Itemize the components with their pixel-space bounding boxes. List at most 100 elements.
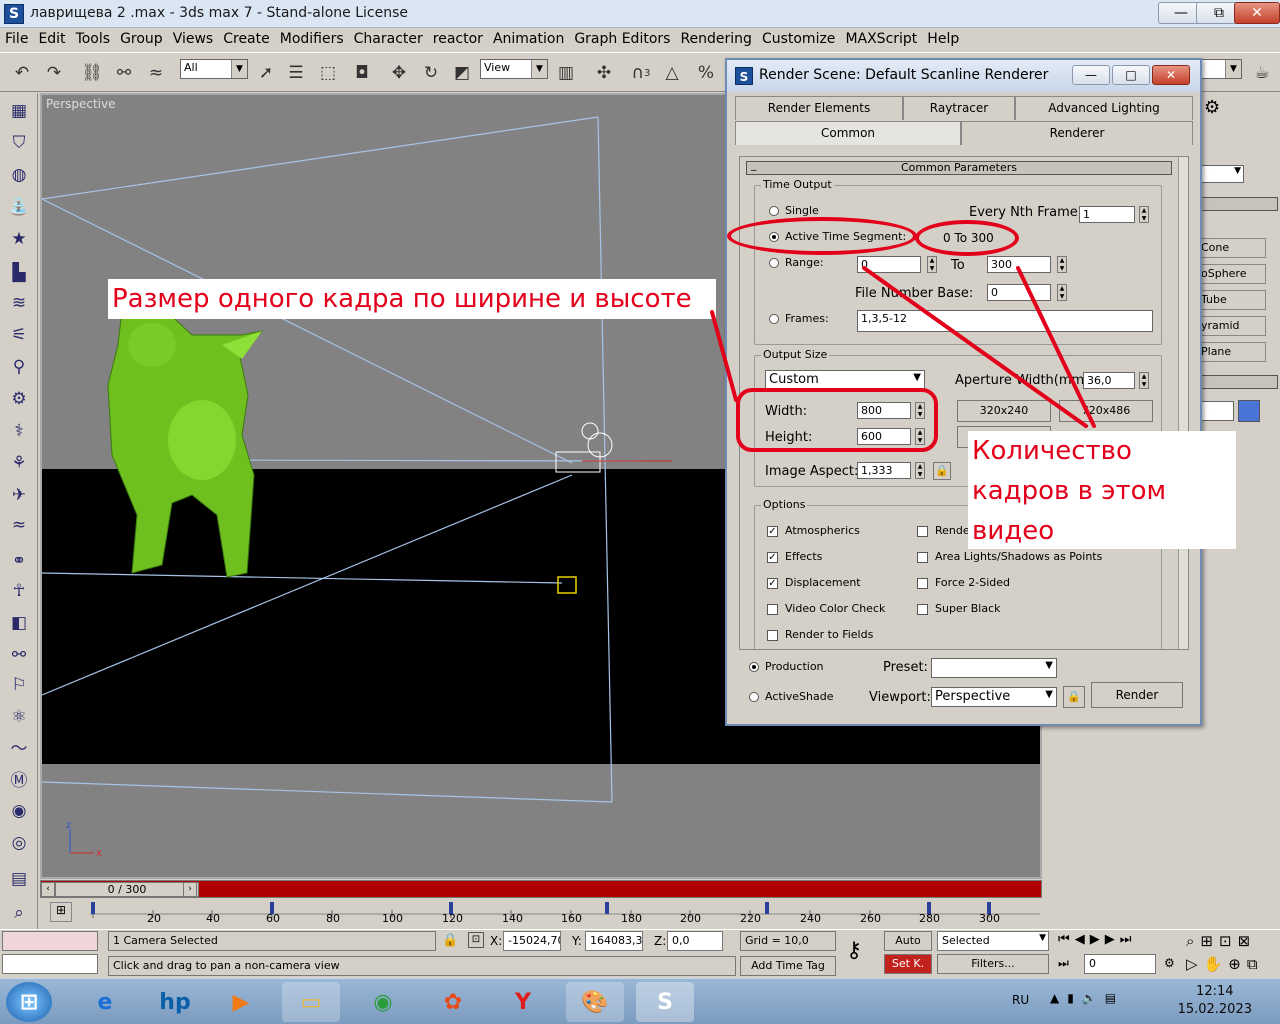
play-icon[interactable]: ▶ (1090, 932, 1105, 947)
spring-icon[interactable]: ≋ (7, 291, 31, 315)
lock-aspect-icon[interactable]: 🔒 (933, 462, 951, 480)
y-coordinate-field[interactable]: 164083,35 (585, 931, 643, 951)
create-tube-button[interactable]: Tube (1196, 290, 1266, 310)
key-filters-button[interactable]: Filters... (937, 954, 1049, 974)
plane-icon[interactable]: ▙ (7, 261, 31, 285)
prismatic-icon[interactable]: ⚐ (7, 673, 31, 697)
create-plane-button[interactable]: Plane (1196, 342, 1266, 362)
zoom-extents-all-icon[interactable]: ⊠ (1238, 932, 1257, 950)
rollout-header[interactable]: _ Common Parameters (746, 159, 1172, 175)
motor-icon[interactable]: ⚲ (7, 355, 31, 379)
aperture-width-field[interactable]: 36,0 (1083, 372, 1135, 389)
undo-icon[interactable]: ↶ (10, 61, 34, 85)
key-mode-icon[interactable]: ⏭ (1058, 956, 1069, 971)
teapot-render-icon[interactable]: ☕ (1250, 61, 1274, 85)
range-from-spinner[interactable]: ▲ ▼ (927, 256, 937, 273)
z-coordinate-field[interactable]: 0,0 (667, 931, 723, 951)
menu-maxscript[interactable]: MAXScript (840, 29, 922, 49)
file-explorer-icon[interactable]: ▭ (282, 982, 340, 1022)
create-cone-button[interactable]: Cone (1196, 238, 1266, 258)
menu-file[interactable]: File (0, 29, 33, 49)
curve-editor-icon[interactable]: ⊞ (50, 902, 72, 922)
menu-group[interactable]: Group (115, 29, 168, 49)
battery-icon[interactable]: ▮ (1067, 991, 1082, 1005)
window-crossing-icon[interactable]: ◘ (350, 61, 374, 85)
selection-lock-icon[interactable]: 🔒 (442, 933, 458, 948)
single-radio[interactable] (769, 206, 779, 216)
command-panel-tabs-icon[interactable]: ⚙ (1200, 93, 1280, 133)
frames-radio[interactable] (769, 314, 779, 324)
menu-views[interactable]: Views (168, 29, 219, 49)
range-from-field[interactable]: 0 (857, 256, 921, 273)
rigid-body-collection-icon[interactable]: ▦ (7, 99, 31, 123)
time-slider-thumb[interactable]: 0 / 300 (55, 882, 199, 897)
scale-icon[interactable]: ◩ (450, 61, 474, 85)
field-of-view-icon[interactable]: ▷ (1186, 955, 1204, 973)
range-radio[interactable] (769, 258, 779, 268)
camera-gizmo[interactable] (555, 422, 672, 473)
absolute-mode-icon[interactable]: ⊡ (468, 932, 484, 948)
production-radio[interactable] (749, 662, 759, 672)
preset-dropdown[interactable]: ▼ (931, 658, 1057, 678)
wind-icon[interactable]: ⚙ (7, 387, 31, 411)
menu-edit[interactable]: Edit (33, 29, 70, 49)
effects-checkbox[interactable]: ✓ (767, 552, 778, 563)
viewport-label[interactable]: Perspective (46, 97, 116, 111)
atmospherics-checkbox[interactable]: ✓ (767, 526, 778, 537)
car-wheel-icon[interactable]: ⚯ (7, 643, 31, 667)
dashpot-icon[interactable]: ⚟ (7, 323, 31, 347)
preset-720x486-button[interactable]: 720x486 (1059, 400, 1153, 422)
yandex-browser-icon[interactable]: Y (494, 982, 552, 1022)
displacement-checkbox[interactable]: ✓ (767, 578, 778, 589)
selection-filter-dropdown[interactable]: All ▼ (180, 59, 248, 79)
pivot-center-icon[interactable]: ▥ (554, 61, 578, 85)
tab-render-elements[interactable]: Render Elements (735, 96, 903, 120)
close-button[interactable]: ✕ (1234, 2, 1280, 24)
rope-collection-icon[interactable]: ⛲ (7, 195, 31, 219)
link-icon[interactable]: ⛓ (80, 61, 104, 85)
menu-animation[interactable]: Animation (488, 29, 569, 49)
arc-rotate-icon[interactable]: ⊕ (1228, 955, 1247, 973)
internet-explorer-icon[interactable]: e (76, 982, 134, 1022)
toy-car-icon[interactable]: ⚕ (7, 419, 31, 443)
reference-coordinate-dropdown[interactable]: View ▼ (480, 59, 548, 79)
named-selection-dropdown[interactable]: ▼ (1200, 59, 1242, 79)
aperture-width-spinner[interactable]: ▲ ▼ (1139, 372, 1149, 389)
viewport-nav-controls-2[interactable]: ▷✋⊕⧉ (1186, 955, 1264, 973)
set-key-button[interactable]: Set K. (884, 954, 932, 974)
maxscript-listener-mini[interactable] (2, 931, 98, 951)
tab-raytracer[interactable]: Raytracer (903, 96, 1015, 120)
dialog-close-button[interactable]: ✕ (1152, 65, 1190, 85)
activeshade-radio[interactable] (749, 692, 759, 702)
open-property-editor-icon[interactable]: ▤ (7, 867, 31, 891)
volume-icon[interactable]: 🔈 (1082, 991, 1105, 1005)
render-hidden-checkbox[interactable] (917, 526, 928, 537)
select-by-name-icon[interactable]: ☰ (284, 61, 308, 85)
goto-end-icon[interactable]: ⏭ (1120, 932, 1137, 947)
every-nth-spinner[interactable]: ▲ ▼ (1139, 206, 1149, 223)
reduce-keys-icon[interactable]: ◎ (7, 831, 31, 855)
create-pyramid-button[interactable]: yramid (1196, 316, 1266, 336)
constraint-solver-icon[interactable]: ≈ (7, 513, 31, 537)
snap-toggle-icon[interactable]: ∩ 3 (626, 61, 656, 85)
frames-field[interactable]: 1,3,5-12 (857, 310, 1153, 332)
range-to-field[interactable]: 300 (987, 256, 1051, 273)
render-to-fields-checkbox[interactable] (767, 630, 778, 641)
percent-snap-icon[interactable]: % (694, 61, 718, 85)
x-coordinate-field[interactable]: -15024,701 (503, 931, 561, 951)
media-player-icon[interactable]: ▶ (212, 982, 270, 1022)
area-lights-checkbox[interactable] (917, 552, 928, 563)
maximize-viewport-icon[interactable]: ⧉ (1247, 955, 1264, 973)
hp-icon[interactable]: hp (146, 982, 204, 1022)
menu-rendering[interactable]: Rendering (675, 29, 757, 49)
auto-key-button[interactable]: Auto (884, 931, 932, 951)
dialog-title-bar[interactable]: S Render Scene: Default Scanline Rendere… (727, 60, 1200, 92)
bind-space-warp-icon[interactable]: ≈ (144, 61, 168, 85)
output-size-preset-dropdown[interactable]: Custom ▼ (765, 370, 925, 390)
rollout-scrollbar[interactable] (1178, 157, 1188, 649)
viewport-nav-controls[interactable]: ⌕⊞⊡⊠ (1186, 932, 1256, 950)
photos-icon[interactable]: ✿ (424, 982, 482, 1022)
goto-start-icon[interactable]: ⏮ (1058, 932, 1075, 947)
range-to-spinner[interactable]: ▲ ▼ (1057, 256, 1067, 273)
menu-customize[interactable]: Customize (757, 29, 841, 49)
